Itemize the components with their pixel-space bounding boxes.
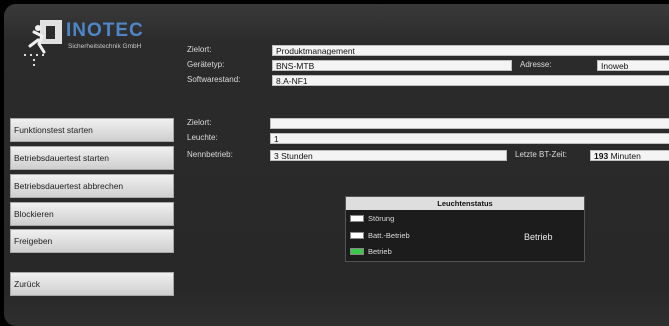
leuchte-zielort-label: Zielort: (187, 118, 212, 127)
brand-name: INOTEC (66, 20, 144, 41)
freigeben-button[interactable]: Freigeben (10, 229, 174, 253)
stoerung-label: Störung (368, 214, 395, 223)
batt-betrieb-indicator (350, 232, 364, 239)
letzte-bt-zeit-label: Letzte BT-Zeit: (515, 150, 568, 159)
letzte-bt-zeit-unit: Minuten (610, 151, 641, 161)
logo-mark-icon (24, 20, 62, 66)
nennbetrieb-label: Nennbetrieb: (187, 150, 233, 159)
leuchte-label: Leuchte: (187, 133, 218, 142)
betriebsdauertest-button[interactable]: Betriebsdauertest starten (10, 146, 174, 170)
geraetetyp-field: BNS-MTB (272, 60, 512, 71)
brand-subtitle: Sicherheitstechnik GmbH (68, 43, 142, 50)
nennbetrieb-field: 3 Stunden (270, 150, 507, 161)
betriebsdauertest-abbrechen-button[interactable]: Betriebsdauertest abbrechen (10, 174, 174, 198)
zielort-label: Zielort: (187, 45, 212, 54)
zurueck-button[interactable]: Zurück (10, 272, 174, 296)
betrieb-indicator (350, 248, 364, 255)
current-status-text: Betrieb (524, 232, 553, 242)
leuchtenstatus-panel: Leuchtenstatus Störung Batt.-Betrieb Bet… (345, 196, 585, 262)
leuchtenstatus-title: Leuchtenstatus (346, 197, 584, 210)
zielort-field: Produktmanagement (272, 45, 669, 56)
adresse-label: Adresse: (520, 60, 552, 69)
letzte-bt-zeit-value: 193 (594, 151, 609, 161)
batt-betrieb-label: Batt.-Betrieb (368, 231, 410, 240)
softwarestand-label: Softwarestand: (187, 75, 241, 84)
geraetetyp-label: Gerätetyp: (187, 60, 225, 69)
softwarestand-field: 8.A-NF1 (272, 75, 669, 86)
leuchte-field: 1 (270, 133, 669, 144)
blockieren-button[interactable]: Blockieren (10, 202, 174, 226)
stoerung-indicator (350, 215, 364, 222)
inotec-logo: INOTEC Sicherheitstechnik GmbH (20, 18, 170, 74)
letzte-bt-zeit-field: 193 Minuten (590, 150, 669, 161)
betrieb-label: Betrieb (368, 247, 392, 256)
leuchte-zielort-field (270, 118, 669, 129)
adresse-field: Inoweb (597, 60, 669, 71)
funktionstest-button[interactable]: Funktionstest starten (10, 118, 174, 142)
